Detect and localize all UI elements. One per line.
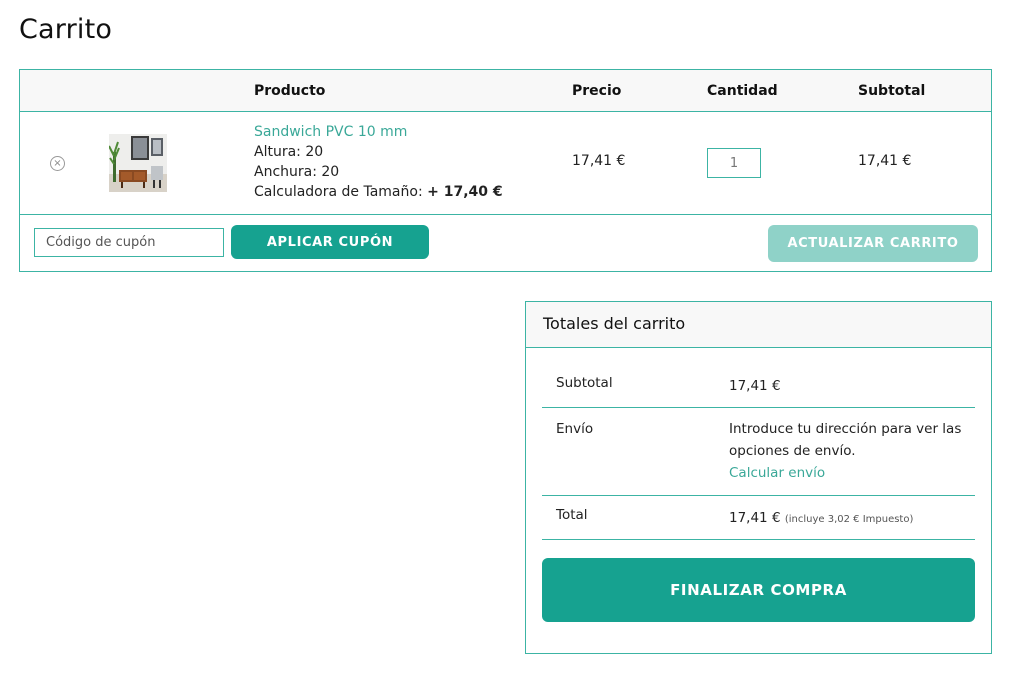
column-header-subtotal: Subtotal <box>858 83 926 99</box>
column-header-quantity: Cantidad <box>707 83 778 99</box>
product-size-calculator: Calculadora de Tamaño: + 17,40 € <box>254 182 503 202</box>
cart-totals-title: Totales del carrito <box>543 314 686 333</box>
subtotal-value: 17,41 € <box>729 378 781 394</box>
product-info: Sandwich PVC 10 mm Altura: 20 Anchura: 2… <box>254 122 503 202</box>
cart-table: Producto Precio Cantidad Subtotal × Sand… <box>19 69 992 272</box>
shipping-label: Envío <box>556 421 594 437</box>
product-name-link[interactable]: Sandwich PVC 10 mm <box>254 122 503 142</box>
totals-shipping-row: Envío Introduce tu dirección para ver la… <box>542 408 975 496</box>
subtotal-label: Subtotal <box>556 375 613 391</box>
product-width: Anchura: 20 <box>254 164 340 180</box>
coupon-code-input[interactable] <box>34 228 224 257</box>
close-circle-icon[interactable]: × <box>50 156 65 171</box>
size-calculator-value: + 17,40 € <box>427 184 503 200</box>
column-header-price: Precio <box>572 83 622 99</box>
totals-subtotal-row: Subtotal 17,41 € <box>542 362 975 408</box>
page-title: Carrito <box>19 14 113 45</box>
checkout-button[interactable]: FINALIZAR COMPRA <box>542 558 975 622</box>
cart-item-row: × Sandwich PVC 10 mm Altura: 20 Anchura:… <box>20 112 991 215</box>
cart-table-header: Producto Precio Cantidad Subtotal <box>20 70 991 112</box>
product-height: Altura: 20 <box>254 144 324 160</box>
totals-total-row: Total 17,41 € (incluye 3,02 € Impuesto) <box>542 496 975 540</box>
total-value-group: 17,41 € (incluye 3,02 € Impuesto) <box>729 507 913 531</box>
size-calculator-label: Calculadora de Tamaño: <box>254 184 423 200</box>
update-cart-button[interactable]: ACTUALIZAR CARRITO <box>768 225 978 262</box>
item-price: 17,41 € <box>572 153 626 169</box>
cart-totals-panel: Totales del carrito Subtotal 17,41 € Env… <box>525 301 992 654</box>
tax-note: (incluye 3,02 € Impuesto) <box>784 514 914 525</box>
calculate-shipping-link[interactable]: Calcular envío <box>729 462 964 484</box>
apply-coupon-button[interactable]: APLICAR CUPÓN <box>231 225 429 259</box>
total-value: 17,41 € <box>729 510 781 526</box>
shipping-value: Introduce tu dirección para ver las opci… <box>729 418 964 484</box>
total-label: Total <box>556 507 588 523</box>
shipping-info-text: Introduce tu dirección para ver las opci… <box>729 421 962 459</box>
quantity-input[interactable] <box>707 148 761 178</box>
product-thumbnail[interactable] <box>109 134 167 192</box>
cart-actions: APLICAR CUPÓN ACTUALIZAR CARRITO <box>20 215 991 272</box>
item-subtotal: 17,41 € <box>858 153 912 169</box>
cart-totals-header: Totales del carrito <box>526 302 991 348</box>
column-header-product: Producto <box>254 83 326 99</box>
